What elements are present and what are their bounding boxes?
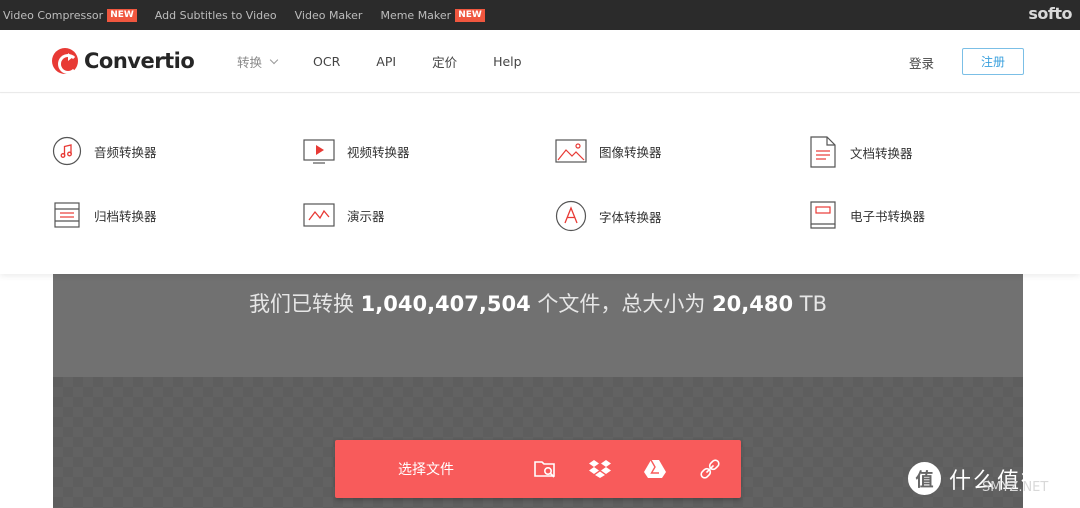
nav-api[interactable]: API: [376, 54, 396, 69]
nav-convert[interactable]: 转换: [237, 52, 279, 71]
files-count: 1,040,407,504: [360, 292, 531, 316]
presentation-icon: [303, 203, 335, 227]
convertio-logo-icon: [52, 48, 78, 74]
convertio-logo[interactable]: Convertio: [52, 48, 195, 74]
login-link[interactable]: 登录: [909, 53, 934, 72]
promo-link-label: Meme Maker: [380, 8, 452, 22]
google-drive-button[interactable]: [627, 458, 682, 480]
menu-item-label: 归档转换器: [94, 208, 157, 224]
menu-item-label: 视频转换器: [347, 144, 410, 160]
total-size: 20,480: [712, 292, 794, 316]
nav-pricing[interactable]: 定价: [432, 52, 457, 71]
menu-item-label: 字体转换器: [599, 209, 662, 225]
main-nav: 转换 OCR API 定价 Help: [237, 30, 558, 93]
menu-item-label: 电子书转换器: [850, 208, 926, 224]
chevron-down-icon: [269, 55, 279, 64]
from-computer-button[interactable]: [517, 458, 572, 480]
menu-item-image[interactable]: 图像转换器: [555, 136, 662, 166]
ebook-icon: [810, 201, 836, 229]
menu-item-document[interactable]: 文档转换器: [808, 136, 913, 168]
promo-link-meme-maker[interactable]: Meme Maker NEW: [380, 8, 485, 22]
new-badge: NEW: [455, 8, 485, 22]
dropbox-button[interactable]: [572, 458, 627, 480]
music-note-icon: [52, 136, 82, 166]
promo-link-label: Video Maker: [294, 8, 363, 22]
nav-help[interactable]: Help: [493, 54, 522, 69]
watermark-logo: 值: [908, 462, 941, 495]
promo-link-label: Add Subtitles to Video: [154, 8, 277, 22]
converter-dropdown-menu: 音频转换器 视频转换器 图像转换器 文档转换器 归档转换器 演示器 字体转换器 …: [0, 94, 1080, 274]
menu-item-audio[interactable]: 音频转换器: [52, 136, 157, 166]
nav-ocr[interactable]: OCR: [313, 54, 340, 69]
hero-section: 我们已转换 1,040,407,504 个文件，总大小为 20,480 TB 选…: [53, 274, 1023, 508]
watermark-url: SMYZ.NET: [982, 480, 1049, 495]
nav-label: 转换: [237, 55, 263, 70]
promo-link-add-subtitles[interactable]: Add Subtitles to Video: [155, 9, 277, 22]
conversion-stats: 我们已转换 1,040,407,504 个文件，总大小为 20,480 TB: [53, 288, 1023, 318]
image-icon: [555, 139, 587, 163]
menu-item-font[interactable]: 字体转换器: [555, 200, 662, 232]
softo-logo[interactable]: softo: [1028, 4, 1072, 23]
menu-item-label: 图像转换器: [599, 144, 662, 160]
menu-item-label: 文档转换器: [850, 145, 913, 161]
document-icon: [810, 136, 836, 168]
upload-bar: 选择文件: [335, 440, 741, 498]
menu-item-video[interactable]: 视频转换器: [303, 136, 410, 166]
choose-files-button[interactable]: 选择文件: [335, 459, 517, 479]
link-icon: [699, 459, 720, 479]
size-unit: TB: [793, 292, 828, 316]
url-button[interactable]: [682, 458, 737, 480]
new-badge: NEW: [107, 8, 137, 22]
promo-link-video-maker[interactable]: Video Maker: [295, 9, 363, 22]
logo-text: Convertio: [84, 49, 195, 73]
archive-icon: [54, 202, 80, 228]
promo-link-label: Video Compressor: [3, 8, 104, 22]
menu-item-label: 音频转换器: [94, 144, 157, 160]
promo-bar: Video Compressor NEW Add Subtitles to Vi…: [0, 0, 1080, 30]
video-screen-icon: [303, 139, 335, 164]
stats-middle: 个文件，总大小为: [530, 292, 713, 316]
menu-item-archive[interactable]: 归档转换器: [52, 200, 157, 230]
promo-link-video-compressor[interactable]: Video Compressor NEW: [3, 8, 137, 22]
menu-item-ebook[interactable]: 电子书转换器: [808, 200, 925, 230]
site-header: Convertio 转换 OCR API 定价 Help 登录 注册: [0, 30, 1080, 93]
signup-button[interactable]: 注册: [962, 48, 1024, 75]
font-icon: [555, 200, 587, 232]
google-drive-icon: [643, 459, 666, 478]
folder-search-icon: [533, 461, 555, 478]
menu-item-label: 演示器: [347, 208, 385, 224]
menu-item-presentation[interactable]: 演示器: [303, 200, 385, 230]
stats-prefix: 我们已转换: [248, 292, 361, 316]
dropbox-icon: [588, 460, 611, 478]
